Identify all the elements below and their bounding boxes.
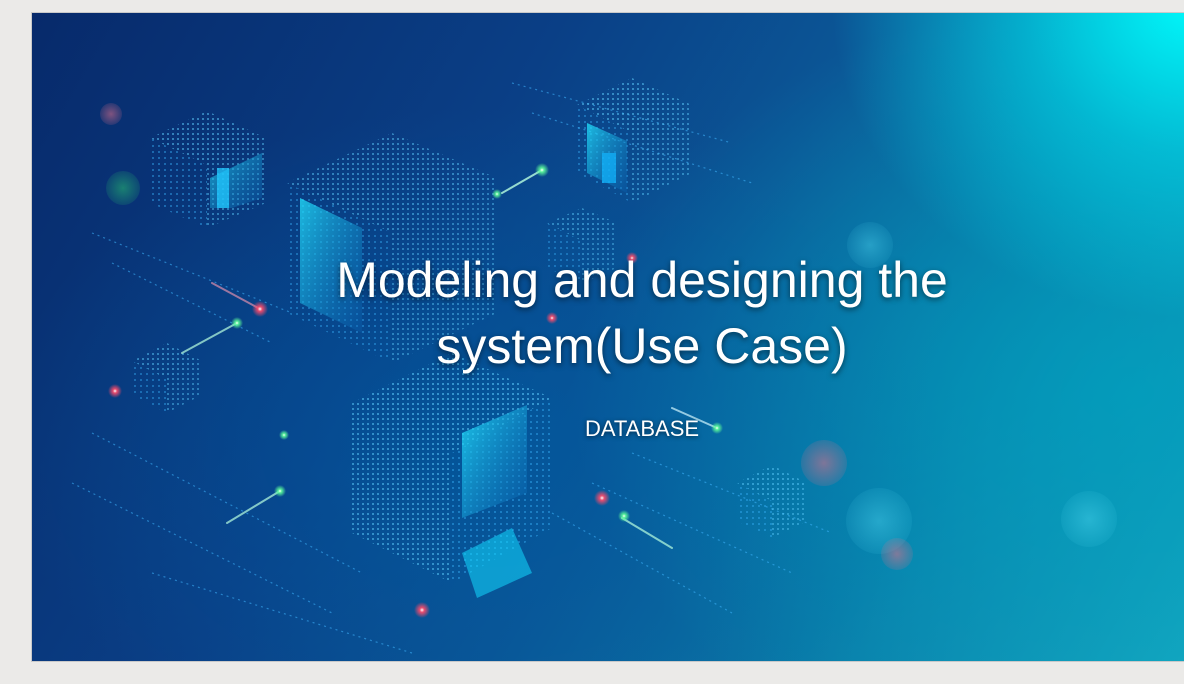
small-cube-right bbox=[737, 465, 807, 538]
center-cube bbox=[352, 353, 552, 598]
top-right-cube bbox=[577, 78, 692, 203]
slide-title: Modeling and designing the system(Use Ca… bbox=[336, 252, 948, 374]
slide-subtitle[interactable]: DATABASE bbox=[212, 416, 1072, 442]
small-cube-left bbox=[132, 343, 202, 413]
bottom-edge bbox=[0, 662, 1184, 684]
top-edge bbox=[0, 0, 1184, 12]
slide[interactable]: Modeling and designing the system(Use Ca… bbox=[31, 12, 1184, 662]
presentation-app: Modeling and designing the system(Use Ca… bbox=[0, 0, 1184, 684]
top-left-cube bbox=[150, 111, 266, 228]
slide-title-box[interactable]: Modeling and designing the system(Use Ca… bbox=[212, 247, 1072, 379]
